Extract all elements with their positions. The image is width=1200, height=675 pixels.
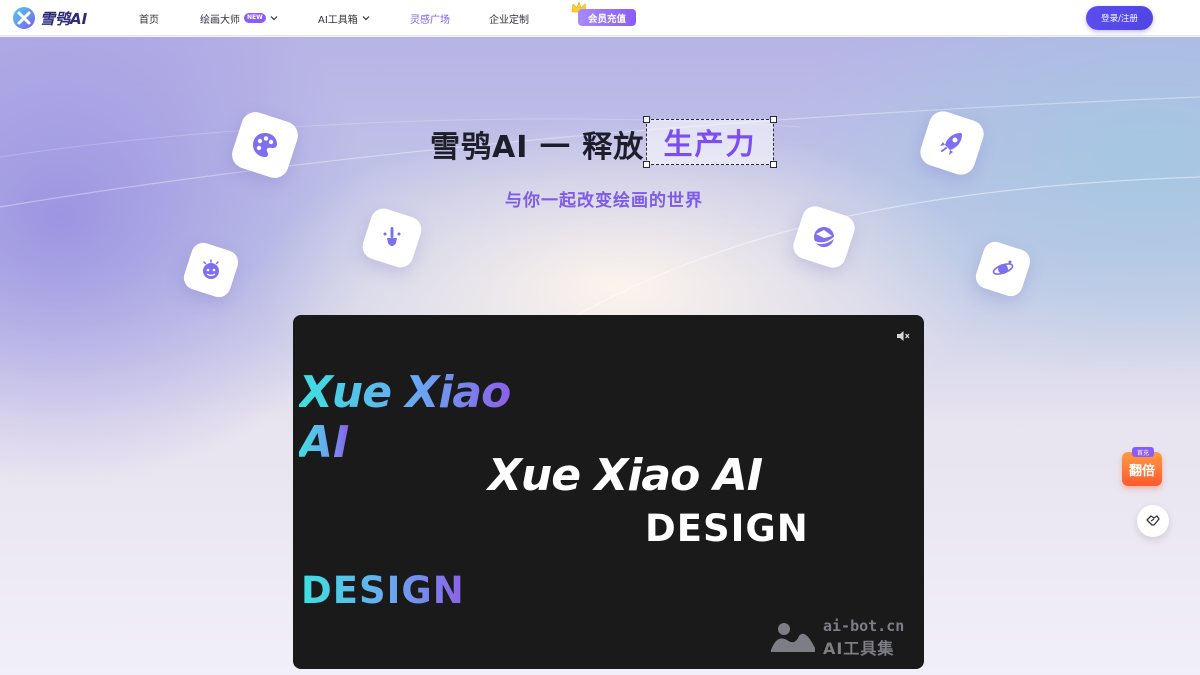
video-title-line1: Xue Xiao: [299, 367, 511, 418]
palette-icon: [253, 133, 277, 157]
face-icon: [203, 259, 219, 279]
hero-highlight: 生产力: [663, 127, 757, 161]
nav-toolbox[interactable]: AI工具箱: [318, 0, 371, 36]
feedback-button[interactable]: [1137, 505, 1169, 537]
video-title-line2: AI: [299, 417, 350, 468]
nav-painter[interactable]: 绘画大师 NEW: [200, 0, 279, 36]
planet-icon: [812, 227, 836, 247]
nav-painter-label: 绘画大师: [200, 14, 240, 26]
nav-home[interactable]: 首页: [139, 0, 159, 36]
nav-inspiration[interactable]: 灵感广场: [410, 0, 450, 36]
hero-subtitle: 与你一起改变绘画的世界: [505, 191, 703, 211]
nav-toolbox-label: AI工具箱: [318, 14, 358, 26]
video-title-main: Xue Xiao AI: [488, 450, 763, 501]
resize-handle: [643, 116, 650, 123]
logo-icon: [13, 7, 35, 29]
promo-box: 翻倍: [1122, 452, 1162, 486]
resize-handle: [643, 161, 650, 168]
chevron-down-icon: [270, 16, 278, 21]
watermark-url: ai-bot.cn: [823, 617, 905, 635]
brand-logo[interactable]: 雪鸮AI: [12, 6, 87, 30]
resize-handle: [770, 116, 777, 123]
rocket-icon: [940, 133, 962, 155]
resize-handle: [770, 161, 777, 168]
handshake-icon: [1146, 515, 1160, 526]
nav-home-label: 首页: [139, 14, 159, 26]
watermark-name: AI工具集: [823, 639, 895, 658]
new-badge: NEW: [244, 13, 266, 23]
hero-highlight-box: 生产力: [643, 116, 777, 168]
vip-recharge-button[interactable]: 会员充值: [578, 9, 636, 26]
watermark-logo-icon: [771, 623, 815, 652]
first-recharge-promo[interactable]: 翻倍 首充: [1120, 443, 1166, 487]
satellite-icon: [992, 260, 1014, 275]
login-register-label: 登录/注册: [1101, 14, 1138, 24]
top-nav-bar: 雪鸮AI 首页 绘画大师 NEW AI工具箱 灵感广场 企业定制 会员充值 登录…: [0, 0, 1200, 36]
login-register-button[interactable]: 登录/注册: [1086, 6, 1153, 30]
nav-enterprise[interactable]: 企业定制: [489, 0, 529, 36]
chevron-down-icon: [362, 16, 370, 21]
promo-video[interactable]: Xue Xiao AI Xue Xiao AI DESIGN DESIGN ai…: [293, 315, 924, 669]
promo-text: 翻倍: [1128, 463, 1155, 479]
promo-tag: 首充: [1132, 447, 1154, 457]
mute-icon[interactable]: [896, 329, 910, 343]
video-design-gradient: DESIGN: [301, 569, 465, 612]
nav-inspiration-label: 灵感广场: [410, 14, 450, 26]
brand-name: 雪鸮AI: [40, 9, 88, 28]
nav-enterprise-label: 企业定制: [489, 14, 529, 26]
brush-icon: [383, 227, 401, 246]
vip-recharge-label: 会员充值: [587, 13, 626, 25]
video-design-white: DESIGN: [645, 507, 809, 550]
hero-headline: 雪鸮AI 一 释放: [430, 130, 645, 165]
